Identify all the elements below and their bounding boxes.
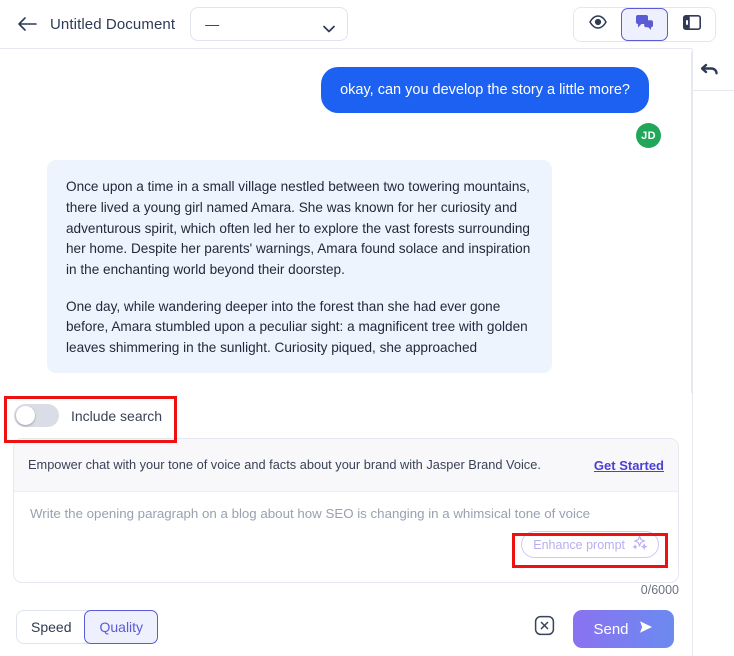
- mode-speed-button[interactable]: Speed: [17, 611, 86, 643]
- close-square-icon: [534, 615, 555, 641]
- ai-message-row: Once upon a time in a small village nest…: [0, 148, 692, 373]
- chevron-down-icon: [323, 20, 335, 33]
- header-actions: [573, 7, 716, 42]
- ai-paragraph: One day, while wandering deeper into the…: [66, 298, 528, 355]
- enhance-prompt-button[interactable]: Enhance prompt: [521, 531, 659, 558]
- include-search-label: Include search: [71, 407, 163, 424]
- editor-toolbar: [693, 49, 734, 91]
- sidebar-panel-icon: [682, 14, 701, 35]
- mode-quality-button[interactable]: Quality: [84, 610, 159, 644]
- toggle-knob: [16, 406, 35, 425]
- view-mode-group: [573, 7, 716, 42]
- app-header: Untitled Document —: [0, 0, 716, 49]
- enhance-prompt-label: Enhance prompt: [533, 537, 625, 552]
- send-arrow-icon: [638, 620, 654, 638]
- right-editor-panel: [692, 49, 734, 656]
- avatar: JD: [636, 123, 661, 149]
- model-select-value: —: [205, 16, 220, 32]
- ai-message-bubble: Once upon a time in a small village nest…: [47, 160, 552, 373]
- sparkles-icon: [632, 534, 648, 555]
- composer-footer: Speed Quality Send: [0, 598, 692, 656]
- get-started-link[interactable]: Get Started: [594, 458, 664, 473]
- eye-icon: [588, 15, 607, 34]
- brand-voice-text: Empower chat with your tone of voice and…: [28, 457, 541, 473]
- clear-chat-button[interactable]: [529, 612, 560, 643]
- brand-voice-banner: Empower chat with your tone of voice and…: [14, 439, 678, 492]
- quality-mode-group: Speed Quality: [16, 610, 159, 644]
- user-message-bubble: okay, can you develop the story a little…: [321, 67, 649, 114]
- preview-toggle-button[interactable]: [574, 8, 621, 41]
- panel-toggle-button[interactable]: [668, 8, 715, 41]
- prompt-input[interactable]: Write the opening paragraph on a blog ab…: [30, 506, 662, 521]
- page-title: Untitled Document: [50, 15, 176, 33]
- send-button[interactable]: Send: [573, 610, 674, 648]
- ai-paragraph: Once upon a time in a small village nest…: [66, 179, 531, 277]
- chat-bubbles-icon: [635, 14, 654, 36]
- send-button-label: Send: [593, 620, 629, 638]
- undo-icon[interactable]: [701, 63, 718, 77]
- composer: Empower chat with your tone of voice and…: [13, 438, 679, 583]
- character-counter: 0/6000: [640, 583, 679, 597]
- avatar-row: JD: [0, 113, 692, 149]
- model-select[interactable]: —: [190, 7, 349, 41]
- prompt-input-wrapper[interactable]: Write the opening paragraph on a blog ab…: [14, 492, 678, 582]
- include-search-toggle[interactable]: [14, 404, 59, 427]
- chat-scroll-area[interactable]: okay, can you develop the story a little…: [0, 49, 692, 396]
- include-search-row: Include search: [14, 404, 162, 427]
- chat-toggle-button[interactable]: [621, 8, 668, 41]
- user-message-row: okay, can you develop the story a little…: [0, 49, 692, 114]
- jasper-chat-app: Untitled Document — okay, can you develo…: [0, 0, 734, 656]
- back-arrow-icon[interactable]: [14, 11, 40, 37]
